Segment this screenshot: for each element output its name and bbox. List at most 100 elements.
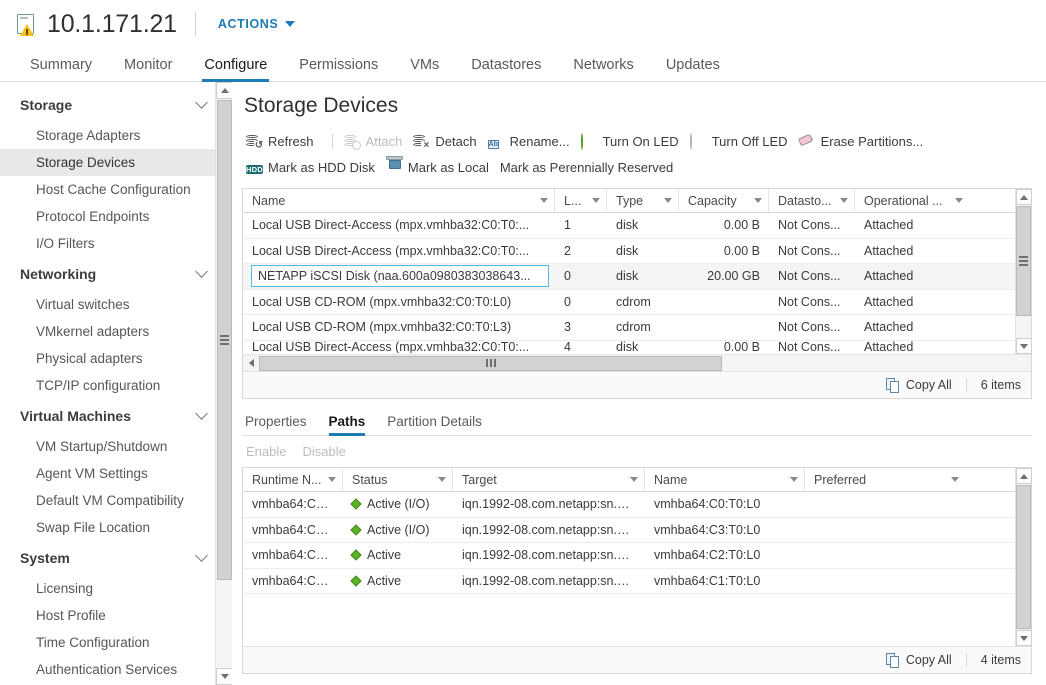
devices-scroll-thumb[interactable] xyxy=(1016,206,1031,316)
paths-vertical-scrollbar[interactable] xyxy=(1015,468,1032,646)
tab-datastores[interactable]: Datastores xyxy=(455,57,557,81)
actions-menu-button[interactable]: ACTIONS xyxy=(218,17,296,31)
devices-column-header-l[interactable]: L... xyxy=(555,189,607,212)
toolbar-mark-as-hdd-disk-button[interactable]: HDD Mark as HDD Disk xyxy=(244,158,384,177)
chevron-down-icon xyxy=(195,265,208,278)
tab-networks[interactable]: Networks xyxy=(557,57,649,81)
sidebar-item-host-cache-configuration[interactable]: Host Cache Configuration xyxy=(0,176,232,203)
led-off-icon xyxy=(689,132,692,150)
cell-name: Local USB CD-ROM (mpx.vmhba32:C0:T0:L0) xyxy=(252,294,512,309)
toolbar-rename-button[interactable]: Ab Rename... xyxy=(486,132,579,151)
devices-copy-all-button[interactable]: Copy All xyxy=(885,377,952,393)
sidebar-item-authentication-services[interactable]: Authentication Services xyxy=(0,656,232,683)
column-header-label: L... xyxy=(564,193,582,208)
tab-configure[interactable]: Configure xyxy=(188,57,283,82)
sidebar-item-i-o-filters[interactable]: I/O Filters xyxy=(0,230,232,257)
paths-column-header-name[interactable]: Name xyxy=(645,468,805,491)
paths-column-header-target[interactable]: Target xyxy=(453,468,645,491)
tab-updates[interactable]: Updates xyxy=(650,57,736,81)
devices-scroll-left-button[interactable] xyxy=(243,355,259,371)
toolbar-detach-button[interactable]: × Detach xyxy=(411,132,485,151)
tab-monitor[interactable]: Monitor xyxy=(108,57,188,81)
attach-disk-icon xyxy=(343,134,361,150)
devices-scroll-down-button[interactable] xyxy=(1016,338,1032,354)
copy-all-label: Copy All xyxy=(905,653,952,667)
sidebar-item-time-configuration[interactable]: Time Configuration xyxy=(0,629,232,656)
toolbar-button-label: Mark as Perennially Reserved xyxy=(499,159,674,175)
cell-name: vmhba64:C1:T0:L0 xyxy=(654,573,761,588)
sidebar-item-default-vm-compatibility[interactable]: Default VM Compatibility xyxy=(0,487,232,514)
paths-scroll-up-button[interactable] xyxy=(1016,468,1032,484)
column-header-label: Type xyxy=(616,193,644,208)
paths-column-header-preferred[interactable]: Preferred xyxy=(805,468,965,491)
sidebar-item-protocol-endpoints[interactable]: Protocol Endpoints xyxy=(0,203,232,230)
devices-horizontal-scrollbar[interactable] xyxy=(243,354,1031,371)
table-row[interactable]: Local USB Direct-Access (mpx.vmhba32:C0:… xyxy=(243,213,1031,239)
paths-table-header: Runtime N... Status Target Name Preferred xyxy=(243,468,1031,492)
cell-lun: 3 xyxy=(564,320,571,335)
led-off-icon xyxy=(689,132,706,150)
cell-status: Active (I/O) xyxy=(343,497,453,511)
sidebar-item-host-profile[interactable]: Host Profile xyxy=(0,602,232,629)
sidebar-scroll-thumb[interactable] xyxy=(217,100,232,580)
table-row[interactable]: Local USB Direct-Access (mpx.vmhba32:C0:… xyxy=(243,341,1031,353)
sidebar-item-vm-startup-shutdown[interactable]: VM Startup/Shutdown xyxy=(0,433,232,460)
table-row[interactable]: vmhba64:C2:... Active iqn.1992-08.com.neta… xyxy=(243,543,1031,569)
sidebar-group-virtual-machines[interactable]: Virtual Machines xyxy=(0,399,232,433)
toolbar-turn-off-led-button[interactable]: Turn Off LED xyxy=(688,132,797,151)
sidebar-group-networking[interactable]: Networking xyxy=(0,257,232,291)
detail-tab-properties[interactable]: Properties xyxy=(242,414,318,435)
paths-item-count: 4 items xyxy=(980,653,1021,667)
table-row[interactable]: Local USB CD-ROM (mpx.vmhba32:C0:T0:L0) 0… xyxy=(243,290,1031,315)
toolbar-refresh-button[interactable]: ↺ Refresh xyxy=(244,132,323,151)
table-row[interactable]: vmhba64:C1:... Active iqn.1992-08.com.neta… xyxy=(243,569,1031,594)
table-row[interactable]: vmhba64:C3:... Active (I/O) iqn.1992-08.co… xyxy=(243,518,1031,543)
sidebar-group-system[interactable]: System xyxy=(0,541,232,575)
table-row[interactable]: vmhba64:C0:... Active (I/O) iqn.1992-08.co… xyxy=(243,492,1031,518)
sidebar-item-swap-file-location[interactable]: Swap File Location xyxy=(0,514,232,541)
paths-column-header-runtime-n[interactable]: Runtime N... xyxy=(243,468,343,491)
table-row[interactable]: NETAPP iSCSI Disk (naa.600a0980383038643… xyxy=(243,264,1031,290)
toolbar-mark-as-local-button[interactable]: Mark as Local xyxy=(384,155,498,177)
paths-column-header-status[interactable]: Status xyxy=(343,468,453,491)
paths-scroll-thumb[interactable] xyxy=(1016,485,1031,629)
toolbar-button-label: Attach xyxy=(365,133,403,149)
sidebar-item-physical-adapters[interactable]: Physical adapters xyxy=(0,345,232,372)
tab-permissions[interactable]: Permissions xyxy=(283,57,394,81)
detail-tab-paths[interactable]: Paths xyxy=(318,414,377,436)
devices-hscroll-thumb[interactable] xyxy=(259,355,722,371)
table-row[interactable]: Local USB Direct-Access (mpx.vmhba32:C0:… xyxy=(243,239,1031,264)
cell-lun: 4 xyxy=(564,340,571,353)
rename-icon: Ab xyxy=(487,139,499,149)
devices-scroll-up-button[interactable] xyxy=(1016,189,1032,205)
sidebar-item-agent-vm-settings[interactable]: Agent VM Settings xyxy=(0,460,232,487)
cell-target: iqn.1992-08.com.netapp:sn.17... xyxy=(462,522,642,537)
sidebar-item-vmkernel-adapters[interactable]: VMkernel adapters xyxy=(0,318,232,345)
sidebar-item-storage-devices[interactable]: Storage Devices xyxy=(0,149,232,176)
table-row[interactable]: Local USB CD-ROM (mpx.vmhba32:C0:T0:L3) 3… xyxy=(243,315,1031,341)
sidebar-item-tcp-ip-configuration[interactable]: TCP/IP configuration xyxy=(0,372,232,399)
devices-column-header-capacity[interactable]: Capacity xyxy=(679,189,769,212)
tab-vms[interactable]: VMs xyxy=(394,57,455,81)
sidebar-scroll-up-button[interactable] xyxy=(216,82,232,99)
devices-column-header-type[interactable]: Type xyxy=(607,189,679,212)
tab-summary[interactable]: Summary xyxy=(14,57,108,81)
detail-tab-partition-details[interactable]: Partition Details xyxy=(376,414,493,435)
sidebar-group-storage[interactable]: Storage xyxy=(0,88,232,122)
toolbar-erase-partitions-button[interactable]: Erase Partitions... xyxy=(797,132,933,151)
devices-column-header-name[interactable]: Name xyxy=(243,189,555,212)
sidebar-item-licensing[interactable]: Licensing xyxy=(0,575,232,602)
column-header-label: Operational ... xyxy=(864,193,943,208)
sidebar-item-storage-adapters[interactable]: Storage Adapters xyxy=(0,122,232,149)
paths-copy-all-button[interactable]: Copy All xyxy=(885,652,952,668)
toolbar-mark-as-perennially-reserved-button[interactable]: Mark as Perennially Reserved xyxy=(498,158,682,177)
paths-scroll-down-button[interactable] xyxy=(1016,630,1032,646)
cell-name: vmhba64:C2:T0:L0 xyxy=(654,548,761,563)
devices-vertical-scrollbar[interactable] xyxy=(1015,189,1032,354)
devices-column-header-operational[interactable]: Operational ... xyxy=(855,189,969,212)
devices-column-header-datasto[interactable]: Datasto... xyxy=(769,189,855,212)
sidebar-item-virtual-switches[interactable]: Virtual switches xyxy=(0,291,232,318)
sidebar-scroll-down-button[interactable] xyxy=(216,668,232,685)
toolbar-turn-on-led-button[interactable]: Turn On LED xyxy=(579,132,688,151)
sidebar-scrollbar[interactable] xyxy=(215,82,232,685)
